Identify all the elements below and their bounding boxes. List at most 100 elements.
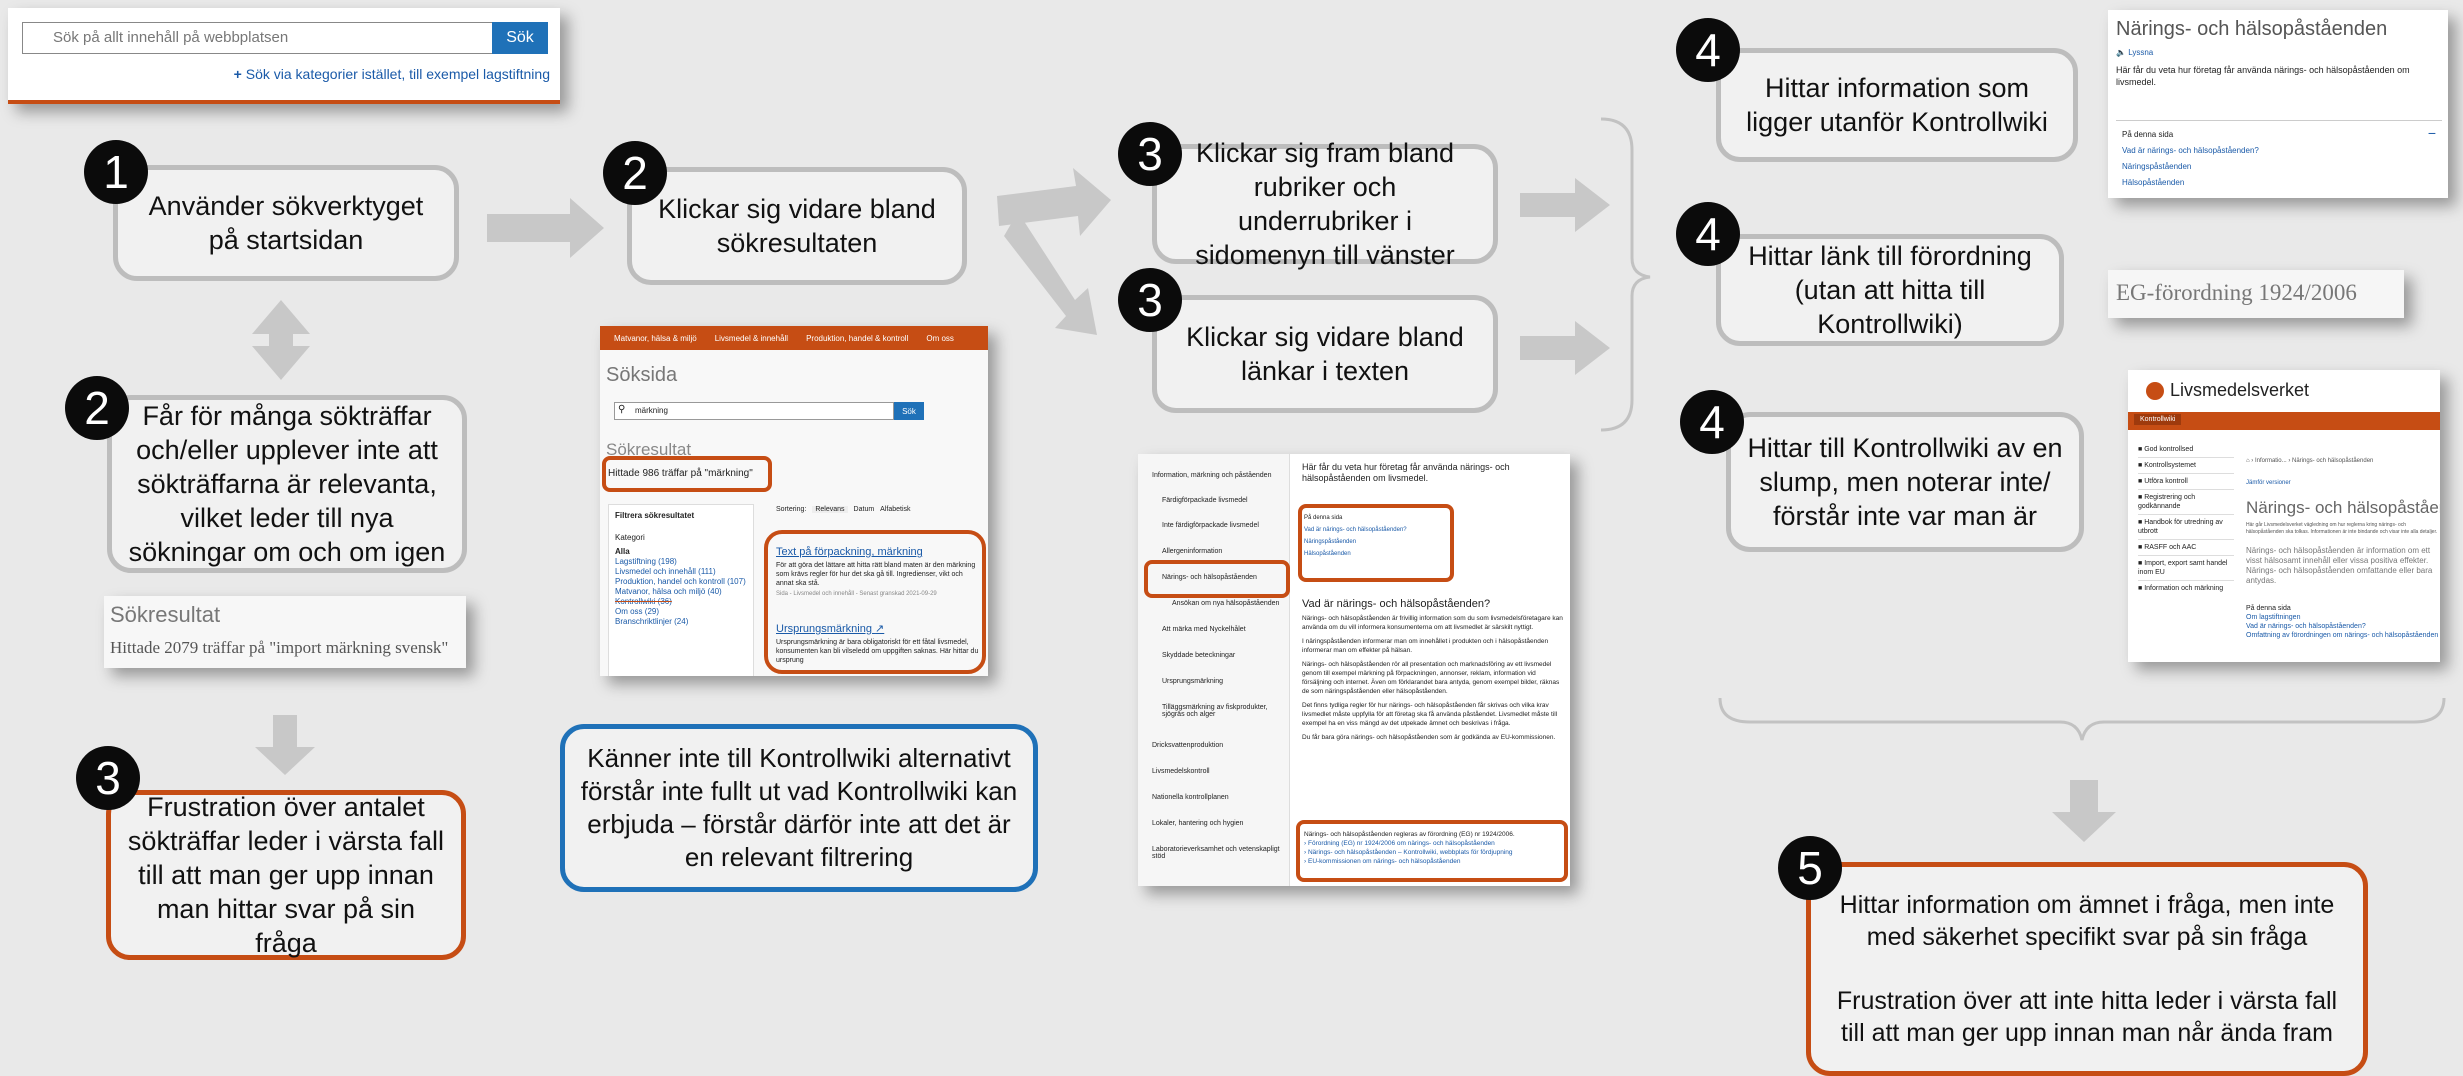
kw-sidebar-item[interactable]: ■ Import, export samt handel inom EU (2138, 556, 2234, 581)
plus-icon: + (233, 66, 246, 82)
kw-intro: Här går Livsmedelsverket vägledning om h… (2246, 522, 2438, 535)
search-page-title: Söksida (606, 364, 678, 386)
sidebar-item[interactable]: Information, märkning och påståenden (1152, 472, 1286, 479)
search-input[interactable]: Sök på allt innehåll på webbplatsen (22, 22, 500, 54)
external-title: Närings- och hälsopåståenden (2116, 18, 2388, 40)
toc-link[interactable]: Vad är närings- och hälsopåståenden? (2246, 622, 2440, 631)
kw-breadcrumb: ⌂ › Informatio... › Närings- och hälsopå… (2246, 458, 2374, 464)
sort-bar: Sortering: Relevans Datum Alfabetisk (776, 506, 911, 513)
sidebar-item[interactable]: Inte färdigförpackade livsmedel (1162, 522, 1286, 529)
category-item-kontrollwiki[interactable]: Kontrollwiki (36) (615, 597, 751, 607)
sidebar-item[interactable]: Lokaler, hantering och hygien (1152, 820, 1286, 827)
kw-sidebar-item[interactable]: ■ Handbok för utredning av utbrott (2138, 515, 2234, 540)
external-page-screenshot: Närings- och hälsopåståenden 🔈 Lyssna Hä… (2108, 10, 2448, 198)
nav-item[interactable]: Produktion, handel & kontroll (806, 334, 908, 343)
sort-option[interactable]: Datum (854, 506, 875, 513)
regulation-snippet: EG-förordning 1924/2006 (2108, 270, 2404, 318)
search-page-button[interactable]: Sök (894, 402, 924, 420)
toc-link[interactable]: Om lagstiftningen (2246, 613, 2440, 622)
search-page-input[interactable]: märkning (614, 402, 894, 420)
category-item[interactable]: Lagstiftning (198) (615, 557, 751, 567)
regulation-title: EG-förordning 1924/2006 (2116, 280, 2357, 305)
search-page-nav: Matvanor, hälsa & miljö Livsmedel & inne… (600, 326, 988, 350)
step-3b-badge: 3 (1118, 268, 1182, 332)
sidebar-item[interactable]: Att märka med Nyckelhålet (1162, 626, 1286, 633)
article-paragraph: I näringspåståenden informerar man om in… (1302, 638, 1549, 654)
kw-versions-link[interactable]: Jämför versioner (2246, 480, 2291, 486)
collapse-icon[interactable]: − (2428, 125, 2436, 141)
sort-option[interactable]: Relevans (812, 506, 848, 513)
arrow-down-5 (2052, 780, 2116, 842)
kw-title: Närings- och hälsopåståenden (2246, 498, 2440, 517)
kw-sidebar-item[interactable]: ■ Information och märkning (2138, 581, 2234, 596)
sidebar-item[interactable]: Färdigförpackade livsmedel (1162, 497, 1286, 504)
results-title: Sökresultat (110, 602, 221, 627)
sidebar-item[interactable]: Dricksvattenproduktion (1152, 742, 1286, 749)
step-1-box: Använder sökverktyget på startsidan (113, 165, 459, 281)
sort-label: Sortering: (776, 506, 807, 513)
step-3a-box: Klickar sig fram bland rubriker och unde… (1152, 138, 1498, 270)
sidebar-item[interactable]: Allergeninformation (1162, 548, 1286, 555)
kw-sidebar-item[interactable]: ■ RASFF och AAC (2138, 540, 2234, 556)
results-snippet: Sökresultat Hittade 2079 träffar på "imp… (104, 596, 466, 668)
step-2-mid-box: Klickar sig vidare bland sökresultaten (627, 167, 967, 285)
step-2-mid-badge: 2 (603, 141, 667, 205)
kw-sidebar-item[interactable]: ■ Kontrollsystemet (2138, 458, 2234, 474)
kw-sidebar-item[interactable]: ■ Utföra kontroll (2138, 474, 2234, 490)
step-3-left-badge: 3 (76, 746, 140, 810)
step-4b-badge: 4 (1676, 202, 1740, 266)
highlight-results (764, 530, 986, 674)
article-heading: Vad är närings- och hälsopåståenden? (1302, 598, 1491, 610)
sort-option[interactable]: Alfabetisk (880, 506, 910, 513)
toc-title: På denna sida (2122, 130, 2174, 139)
sidebar-item[interactable]: Tilläggsmärkning av fiskprodukter, sjögr… (1162, 704, 1286, 718)
sidebar-item[interactable]: Skyddade beteckningar (1162, 652, 1286, 659)
kontrollwiki-tab[interactable]: Kontrollwiki (2134, 414, 2182, 425)
category-item[interactable]: Om oss (29) (615, 607, 751, 617)
sidebar-item[interactable]: Laboratorieverksamhet och vetenskapligt … (1152, 846, 1286, 860)
external-intro: Här får du veta hur företag får använda … (2116, 65, 2410, 87)
category-item[interactable]: Livsmedel och innehåll (111) (615, 567, 751, 577)
category-list: Alla Lagstiftning (198) Livsmedel och in… (615, 547, 751, 627)
sidebar-item[interactable]: Ursprungsmärkning (1162, 678, 1286, 685)
nav-item[interactable]: Livsmedel & innehåll (715, 334, 788, 343)
toc-link[interactable]: Näringspåståenden (2122, 159, 2436, 175)
sidebar-item[interactable]: Nationella kontrollplanen (1152, 794, 1286, 801)
search-widget: Sök på allt innehåll på webbplatsen Sök … (8, 8, 560, 104)
toc-link[interactable]: Hälsopåståenden (2122, 175, 2436, 191)
kw-sidebar-item[interactable]: ■ Registrering och godkännande (2138, 490, 2234, 515)
brace-step4 (1718, 697, 2446, 741)
home-icon[interactable]: ⌂ (2246, 458, 2250, 464)
highlight-toc (1298, 504, 1454, 582)
article-paragraph: Närings- och hälsopåståenden rör all pre… (1302, 661, 1560, 695)
sidebar-item[interactable]: Ansökan om nya hälsopåståenden (1172, 600, 1286, 607)
category-item[interactable]: Produktion, handel och kontroll (107) (615, 577, 751, 587)
arrow-updown (252, 300, 310, 380)
step-5-box: Hittar information om ämnet i fråga, men… (1806, 862, 2368, 1076)
article-paragraph: Närings- och hälsopåståenden är frivilli… (1302, 615, 1563, 631)
step-4a-badge: 4 (1676, 18, 1740, 82)
toc-link[interactable]: Omfattning av förordningen om närings- o… (2246, 631, 2440, 640)
arrow-3a-right (1520, 178, 1610, 232)
category-item[interactable]: Alla (615, 547, 751, 557)
sidebar-item[interactable]: Livsmedelskontroll (1152, 768, 1286, 775)
listen-button[interactable]: 🔈 Lyssna (2116, 48, 2153, 57)
toc-link[interactable]: Vad är närings- och hälsopåståenden? (2122, 143, 2436, 159)
search-button[interactable]: Sök (492, 22, 548, 54)
kw-sidebar-item[interactable]: ■ God kontrollsed (2138, 442, 2234, 458)
category-search-link[interactable]: + Sök via kategorier istället, till exem… (208, 66, 550, 82)
category-item[interactable]: Matvanor, hälsa och miljö (40) (615, 587, 751, 597)
article-page-screenshot: Information, märkning och påståenden Fär… (1138, 454, 1570, 886)
speaker-icon: 🔈 (2116, 48, 2126, 57)
article-intro: Här får du veta hur företag får använda … (1302, 462, 1510, 483)
step-2-left-box: Får för många sökträffar och/eller upple… (107, 395, 467, 573)
article-paragraph: Du får bara göra närings- och hälsopåstå… (1302, 734, 1556, 741)
kontrollwiki-sidebar: ■ God kontrollsed ■ Kontrollsystemet ■ U… (2138, 442, 2234, 596)
nav-item[interactable]: Om oss (926, 334, 954, 343)
category-item[interactable]: Branschriktlinjer (24) (615, 617, 751, 627)
nav-item[interactable]: Matvanor, hälsa & miljö (614, 334, 697, 343)
kw-toc: På denna sida Om lagstiftningen Vad är n… (2246, 604, 2440, 640)
highlight-law-links (1296, 820, 1568, 882)
article-paragraph: Det finns tydliga regler för hur närings… (1302, 702, 1558, 727)
step-4c-badge: 4 (1680, 390, 1744, 454)
